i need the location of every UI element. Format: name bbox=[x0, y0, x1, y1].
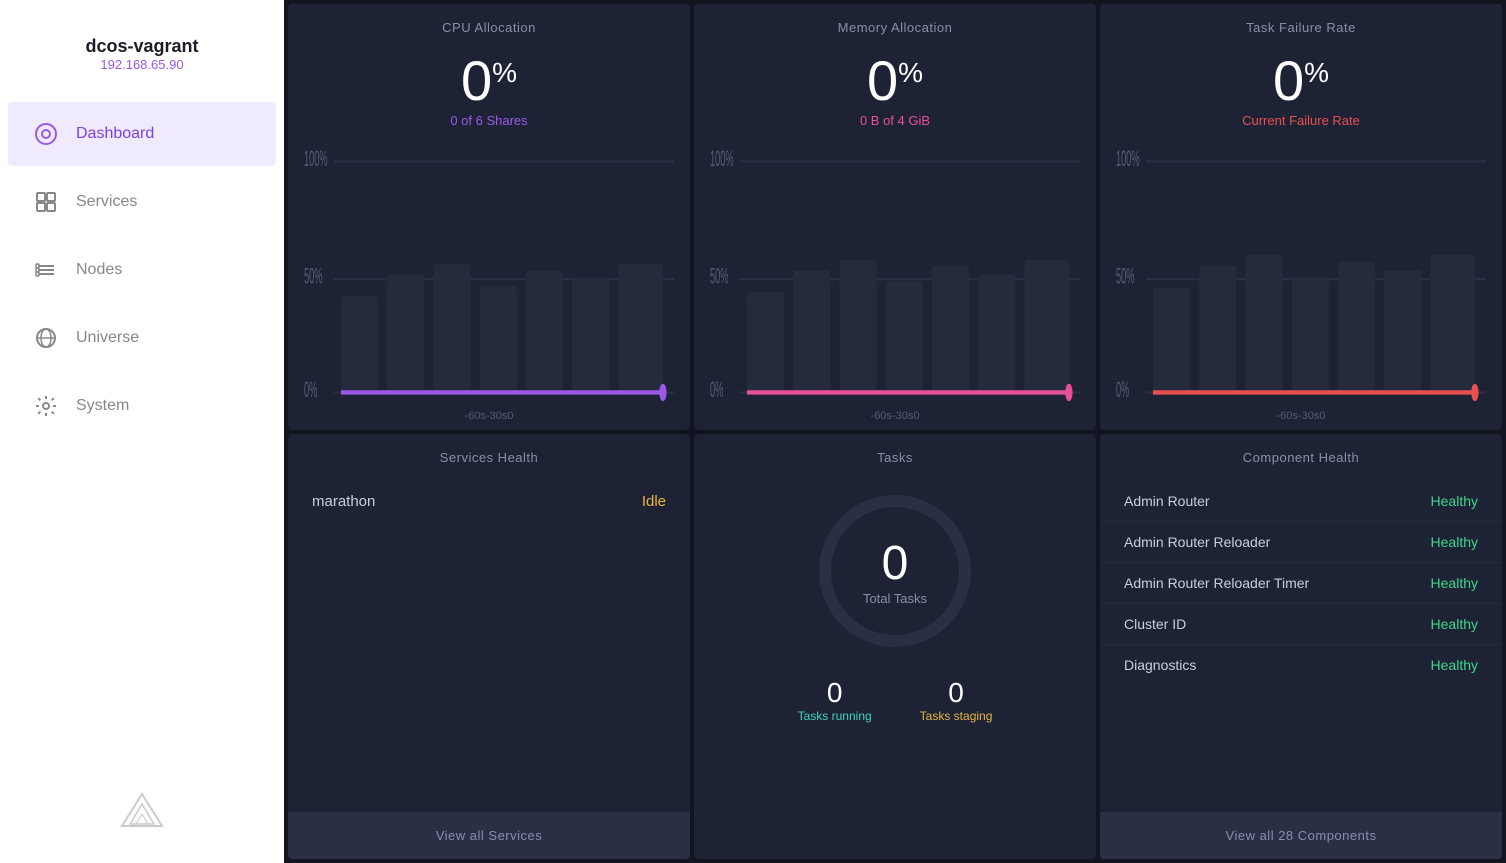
memory-card: Memory Allocation 0% 0 B of 4 GiB 100% 5… bbox=[694, 4, 1096, 430]
tasks-running-label: Tasks running bbox=[798, 709, 872, 723]
cpu-card: CPU Allocation 0% 0 of 6 Shares 100% 50%… bbox=[288, 4, 690, 430]
cpu-chart-labels: -60s -30s 0 bbox=[449, 410, 530, 430]
memory-sub: 0 B of 4 GiB bbox=[860, 113, 930, 128]
svg-text:0%: 0% bbox=[1116, 377, 1129, 402]
svg-text:100%: 100% bbox=[304, 146, 328, 171]
component-status: Healthy bbox=[1431, 534, 1478, 550]
services-icon bbox=[32, 188, 60, 216]
memory-value: 0% bbox=[867, 53, 923, 109]
component-status: Healthy bbox=[1431, 575, 1478, 591]
logo-icon bbox=[118, 790, 166, 843]
services-health-card: Services Health marathon Idle View all S… bbox=[288, 434, 690, 860]
svg-text:100%: 100% bbox=[710, 146, 734, 171]
task-failure-chart-labels: -60s -30s 0 bbox=[1261, 410, 1342, 430]
tasks-footer: 0 Tasks running 0 Tasks staging bbox=[798, 677, 993, 723]
component-row: Admin Router Reloader Healthy bbox=[1100, 522, 1502, 563]
sidebar-item-nodes[interactable]: Nodes bbox=[8, 238, 276, 302]
component-row: Admin Router Healthy bbox=[1100, 481, 1502, 522]
component-row: Diagnostics Healthy bbox=[1100, 645, 1502, 685]
service-status: Idle bbox=[642, 493, 666, 510]
component-name: Diagnostics bbox=[1124, 657, 1196, 673]
cpu-chart: 100% 50% 0% bbox=[288, 136, 690, 410]
brand-name: dcos-vagrant bbox=[24, 36, 260, 57]
cpu-sub: 0 of 6 Shares bbox=[450, 113, 527, 128]
service-row: marathon Idle bbox=[312, 485, 666, 518]
component-list: Admin Router Healthy Admin Router Reload… bbox=[1100, 473, 1502, 813]
sidebar-item-label-services: Services bbox=[76, 193, 137, 211]
component-status: Healthy bbox=[1431, 493, 1478, 509]
dashboard-icon bbox=[32, 120, 60, 148]
memory-chart: 100% 50% 0% bbox=[694, 136, 1096, 410]
memory-chart-labels: -60s -30s 0 bbox=[855, 410, 936, 430]
svg-text:0%: 0% bbox=[710, 377, 723, 402]
sidebar-item-services[interactable]: Services bbox=[8, 170, 276, 234]
sidebar-item-system[interactable]: System bbox=[8, 374, 276, 438]
component-name: Admin Router Reloader Timer bbox=[1124, 575, 1309, 591]
tasks-running-stat: 0 Tasks running bbox=[798, 677, 872, 723]
brand: dcos-vagrant 192.168.65.90 bbox=[0, 20, 284, 100]
cpu-title: CPU Allocation bbox=[426, 4, 552, 43]
donut-center: 0 Total Tasks bbox=[863, 536, 927, 606]
services-health-content: marathon Idle bbox=[288, 473, 690, 813]
tasks-card: Tasks 0 Total Tasks 0 Tasks running 0 Ta… bbox=[694, 434, 1096, 860]
component-health-card: Component Health Admin Router Healthy Ad… bbox=[1100, 434, 1502, 860]
total-tasks-label: Total Tasks bbox=[863, 591, 927, 606]
component-name: Cluster ID bbox=[1124, 616, 1186, 632]
component-health-title: Component Health bbox=[1100, 434, 1502, 473]
sidebar: dcos-vagrant 192.168.65.90 Dashboard bbox=[0, 0, 284, 863]
tasks-staging-stat: 0 Tasks staging bbox=[920, 677, 993, 723]
component-status: Healthy bbox=[1431, 657, 1478, 673]
component-row: Cluster ID Healthy bbox=[1100, 604, 1502, 645]
universe-icon bbox=[32, 324, 60, 352]
total-tasks-value: 0 bbox=[863, 536, 927, 591]
component-name: Admin Router Reloader bbox=[1124, 534, 1270, 550]
cpu-value: 0% bbox=[461, 53, 517, 109]
component-row: Admin Router Reloader Timer Healthy bbox=[1100, 563, 1502, 604]
tasks-staging-label: Tasks staging bbox=[920, 709, 993, 723]
svg-text:100%: 100% bbox=[1116, 146, 1140, 171]
services-health-title: Services Health bbox=[288, 434, 690, 473]
svg-text:50%: 50% bbox=[304, 264, 323, 289]
tasks-staging-value: 0 bbox=[920, 677, 993, 709]
main-content: CPU Allocation 0% 0 of 6 Shares 100% 50%… bbox=[284, 0, 1506, 863]
task-failure-value: 0% bbox=[1273, 53, 1329, 109]
brand-ip: 192.168.65.90 bbox=[24, 57, 260, 72]
sidebar-item-label-universe: Universe bbox=[76, 329, 139, 347]
sidebar-item-label-dashboard: Dashboard bbox=[76, 125, 154, 143]
sidebar-item-label-nodes: Nodes bbox=[76, 261, 122, 279]
svg-text:0%: 0% bbox=[304, 377, 317, 402]
svg-text:50%: 50% bbox=[1116, 264, 1135, 289]
svg-text:50%: 50% bbox=[710, 264, 729, 289]
view-services-button[interactable]: View all Services bbox=[288, 812, 690, 859]
tasks-running-value: 0 bbox=[798, 677, 872, 709]
sidebar-nav: Dashboard Services bbox=[0, 100, 284, 440]
sidebar-item-label-system: System bbox=[76, 397, 129, 415]
component-name: Admin Router bbox=[1124, 493, 1210, 509]
sidebar-item-dashboard[interactable]: Dashboard bbox=[8, 102, 276, 166]
sidebar-item-universe[interactable]: Universe bbox=[8, 306, 276, 370]
task-failure-title: Task Failure Rate bbox=[1230, 4, 1372, 43]
service-name: marathon bbox=[312, 493, 375, 510]
memory-title: Memory Allocation bbox=[822, 4, 969, 43]
component-status: Healthy bbox=[1431, 616, 1478, 632]
tasks-title: Tasks bbox=[861, 434, 929, 473]
view-components-button[interactable]: View all 28 Components bbox=[1100, 812, 1502, 859]
system-icon bbox=[32, 392, 60, 420]
task-failure-chart: 100% 50% 0% bbox=[1100, 136, 1502, 410]
sidebar-footer bbox=[0, 770, 284, 863]
task-failure-sub: Current Failure Rate bbox=[1242, 113, 1360, 128]
tasks-donut: 0 Total Tasks bbox=[805, 481, 985, 661]
nodes-icon bbox=[32, 256, 60, 284]
task-failure-card: Task Failure Rate 0% Current Failure Rat… bbox=[1100, 4, 1502, 430]
